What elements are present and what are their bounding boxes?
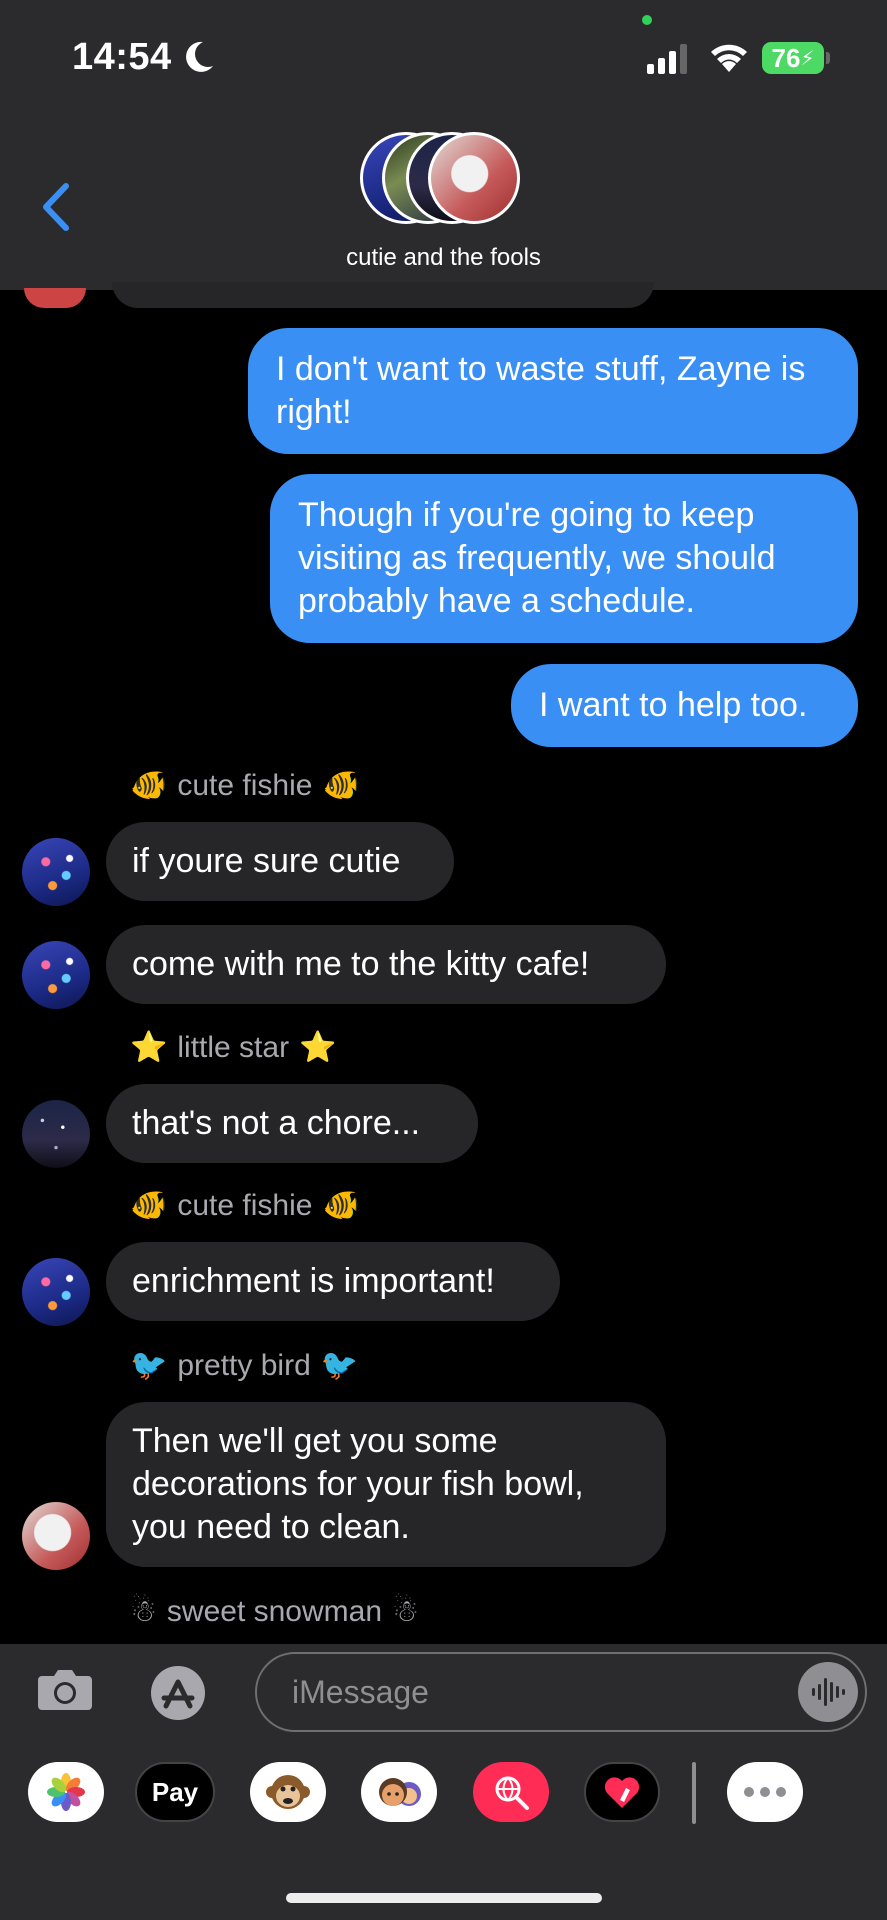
status-time: 14:54 (72, 36, 172, 78)
fish-emoji-icon: 🐠 (322, 769, 360, 802)
avatar[interactable] (22, 1258, 90, 1326)
incoming-message[interactable]: enrichment is important! (106, 1242, 560, 1321)
message-text: Though if you're going to keep visiting … (298, 496, 776, 620)
sender-name: cute fishie (177, 768, 313, 802)
audio-message-button[interactable] (798, 1662, 858, 1722)
message-text: if youre sure cutie (132, 842, 401, 880)
avatar[interactable] (22, 941, 90, 1009)
wifi-icon (711, 44, 747, 72)
fish-emoji-icon: 🐠 (322, 1189, 360, 1222)
sender-label: ⭐ little star ⭐ (130, 1030, 336, 1065)
apple-pay-label: Pay (151, 1776, 199, 1807)
battery-cap (826, 52, 830, 64)
battery-indicator: 76 ⚡ (762, 42, 824, 74)
avatar[interactable] (22, 838, 90, 906)
outgoing-message[interactable]: I don't want to waste stuff, Zayne is ri… (248, 328, 858, 454)
home-indicator[interactable] (286, 1893, 602, 1903)
battery-level: 76 (771, 42, 801, 73)
more-apps-button[interactable] (727, 1762, 803, 1822)
outgoing-message[interactable]: Though if you're going to keep visiting … (270, 474, 858, 643)
heart-touch-icon (604, 1777, 640, 1808)
apple-pay-button[interactable]: Pay (135, 1762, 215, 1822)
memoji-button[interactable] (361, 1762, 437, 1822)
sender-name: sweet snowman (166, 1594, 383, 1628)
message-text: that's not a chore... (132, 1104, 421, 1142)
waveform-icon (812, 1678, 845, 1706)
snowman-emoji-icon: ☃ (392, 1595, 419, 1628)
memoji-faces-icon (379, 1778, 421, 1806)
fish-emoji-icon: 🐠 (130, 769, 168, 802)
incoming-message[interactable]: Then we'll get you some decorations for … (106, 1402, 666, 1567)
outgoing-message[interactable]: I want to help too. (511, 664, 858, 747)
ellipsis-icon (744, 1787, 786, 1797)
bird-emoji-icon: 🐦 (320, 1349, 359, 1382)
message-bubble-partial[interactable] (112, 282, 654, 308)
star-emoji-icon: ⭐ (299, 1031, 337, 1064)
photos-flower-icon (47, 1773, 85, 1811)
sender-name: pretty bird (177, 1348, 311, 1382)
sender-label: ☃ sweet snowman ☃ (130, 1594, 419, 1629)
photos-app-button[interactable] (28, 1762, 104, 1822)
image-search-button[interactable] (473, 1762, 549, 1822)
sender-label: 🐦 pretty bird 🐦 (130, 1348, 358, 1383)
sender-label: 🐠 cute fishie 🐠 (130, 768, 360, 803)
message-text: come with me to the kitty cafe! (132, 945, 590, 983)
monkey-icon (266, 1775, 310, 1809)
incoming-message[interactable]: that's not a chore... (106, 1084, 478, 1163)
star-emoji-icon: ⭐ (130, 1031, 168, 1064)
fish-emoji-icon: 🐠 (130, 1189, 168, 1222)
sender-name: cute fishie (177, 1188, 313, 1222)
group-avatar-stack[interactable] (360, 132, 530, 232)
focus-moon-icon (186, 41, 213, 72)
drawer-divider (692, 1762, 696, 1824)
camera-in-use-indicator (642, 15, 652, 25)
cellular-signal-icon (647, 44, 687, 74)
message-text: I want to help too. (539, 686, 808, 724)
app-store-icon[interactable] (144, 1664, 216, 1722)
avatar[interactable] (22, 1100, 90, 1168)
incoming-message[interactable]: if youre sure cutie (106, 822, 454, 901)
camera-icon[interactable] (36, 1664, 94, 1712)
message-text: enrichment is important! (132, 1262, 495, 1300)
message-text: Then we'll get you some decorations for … (132, 1422, 584, 1546)
message-text: I don't want to waste stuff, Zayne is ri… (276, 350, 806, 431)
sender-name: little star (177, 1030, 290, 1064)
avatar[interactable] (22, 1502, 90, 1570)
bird-emoji-icon: 🐦 (130, 1349, 168, 1382)
message-input-placeholder: iMessage (292, 1674, 429, 1710)
member-avatar-cat (428, 132, 520, 224)
group-name[interactable]: cutie and the fools (0, 244, 887, 272)
animoji-button[interactable] (250, 1762, 326, 1822)
incoming-message[interactable]: come with me to the kitty cafe! (106, 925, 666, 1004)
avatar (24, 288, 86, 308)
snowman-emoji-icon: ☃ (130, 1595, 157, 1628)
sender-label: 🐠 cute fishie 🐠 (130, 1188, 360, 1223)
back-chevron-icon[interactable] (36, 182, 76, 232)
globe-search-icon (495, 1776, 529, 1810)
digital-touch-button[interactable] (584, 1762, 660, 1822)
